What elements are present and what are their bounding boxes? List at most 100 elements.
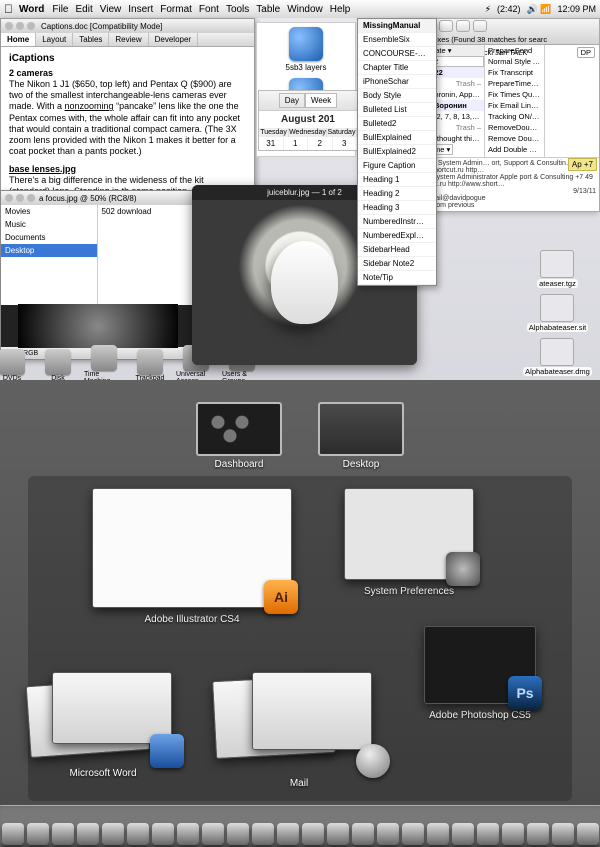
account-initials[interactable]: DP — [577, 47, 595, 58]
style-option[interactable]: Note/Tip — [358, 271, 436, 285]
dock-app-icon[interactable] — [277, 823, 299, 845]
dock-app-icon[interactable] — [552, 823, 574, 845]
dock-app-icon[interactable] — [102, 823, 124, 845]
dock-app-icon[interactable] — [202, 823, 224, 845]
styles-dropdown[interactable]: MissingManualEnsembleSixCONCOURSE-ONECha… — [357, 18, 437, 286]
ribbon-layout[interactable]: Layout — [36, 33, 73, 46]
cal-date[interactable]: 31 — [259, 137, 284, 150]
style-option[interactable]: iPhoneSchar — [358, 75, 436, 89]
space-dashboard[interactable]: Dashboard — [196, 402, 282, 470]
style-option[interactable]: Figure Caption — [358, 159, 436, 173]
menu-insert[interactable]: Insert — [128, 4, 153, 15]
finder-titlebar[interactable]: a focus.jpg @ 50% (RC8/8) — [1, 191, 194, 205]
style-option[interactable]: Sidebar Note2 — [358, 257, 436, 271]
prefpane[interactable]: Disk — [38, 349, 78, 381]
macro-item[interactable]: Add Double Returns — [485, 144, 544, 155]
macro-item[interactable]: RemoveDoubleSpaces — [485, 122, 544, 133]
mail-toolbar-button[interactable] — [439, 20, 453, 32]
style-option[interactable]: Heading 2 — [358, 187, 436, 201]
finder-item[interactable]: 502 download — [98, 205, 194, 218]
style-option[interactable]: NumberedExpl… — [358, 229, 436, 243]
dock-app-icon[interactable] — [577, 823, 599, 845]
apple-menu-icon[interactable]:  — [4, 2, 13, 16]
dock-app-icon[interactable] — [152, 823, 174, 845]
busycal-window[interactable]: Day Week August 201 Tuesday Wednesday Sa… — [258, 90, 358, 151]
style-option[interactable]: Bulleted2 — [358, 117, 436, 131]
prefpane[interactable]: Time Machine — [84, 345, 124, 380]
dock-app-icon[interactable] — [252, 823, 274, 845]
macro-item[interactable]: Fix Times Quotes — [485, 89, 544, 100]
menu-table[interactable]: Table — [256, 4, 280, 15]
cluster-system-preferences[interactable]: System Preferences — [344, 488, 474, 597]
dock-app-icon[interactable] — [427, 823, 449, 845]
finder-column-2[interactable]: 502 download — [98, 205, 195, 305]
macro-item[interactable]: Normal Style AcceptAll — [485, 56, 544, 67]
style-option[interactable]: Heading 3 — [358, 201, 436, 215]
desktop-file[interactable]: Alphabateaser.dmg — [523, 338, 592, 376]
style-option[interactable]: BullExplained — [358, 131, 436, 145]
dock-app-icon[interactable] — [402, 823, 424, 845]
macro-item[interactable]: PrepareTimesSend — [485, 78, 544, 89]
sticky-note[interactable]: Ap +7 — [568, 158, 597, 171]
dock-app-icon[interactable] — [352, 823, 374, 845]
menu-edit[interactable]: Edit — [76, 4, 93, 15]
finder-item[interactable]: Music — [1, 218, 97, 231]
file-tile[interactable]: 5sb3 layers — [261, 27, 351, 72]
style-option[interactable]: NumberedInstr… — [358, 215, 436, 229]
dock-app-icon[interactable] — [527, 823, 549, 845]
space-desktop[interactable]: Desktop — [318, 402, 404, 470]
macro-item[interactable]: Fix Transcript — [485, 67, 544, 78]
prefpane[interactable]: Trackpad — [130, 349, 170, 381]
macro-item[interactable]: Tracking ON/Off — [485, 111, 544, 122]
style-option[interactable]: Chapter Title — [358, 61, 436, 75]
dock-app-icon[interactable] — [227, 823, 249, 845]
cal-date[interactable]: 3 — [333, 137, 358, 150]
style-option[interactable]: MissingManual — [358, 19, 436, 33]
dock-app-icon[interactable] — [177, 823, 199, 845]
ribbon-home[interactable]: Home — [1, 33, 36, 46]
finder-window[interactable]: a focus.jpg @ 50% (RC8/8) Movies Music D… — [0, 190, 195, 360]
cluster-mail[interactable]: Mail — [214, 672, 384, 789]
dock-app-icon[interactable] — [477, 823, 499, 845]
traffic-lights[interactable] — [5, 22, 35, 30]
macro-item[interactable]: Fix Email Linefeeds — [485, 100, 544, 111]
finder-item[interactable]: Movies — [1, 205, 97, 218]
cluster-word[interactable]: Microsoft Word — [28, 672, 178, 779]
style-option[interactable]: Body Style — [358, 89, 436, 103]
cluster-illustrator[interactable]: Ai Adobe Illustrator CS4 — [92, 488, 292, 625]
menu-tools[interactable]: Tools — [226, 4, 249, 15]
finder-column-1[interactable]: Movies Music Documents Desktop — [1, 205, 98, 305]
dock-app-icon[interactable] — [2, 823, 24, 845]
cal-tab-day[interactable]: Day — [279, 93, 305, 108]
cal-tab-week[interactable]: Week — [305, 93, 337, 108]
word-titlebar[interactable]: Captions.doc [Compatibility Mode] — [1, 19, 254, 33]
macro-item[interactable]: PrepareSend — [485, 45, 544, 56]
dock-app-icon[interactable] — [27, 823, 49, 845]
cal-date[interactable]: 1 — [284, 137, 309, 150]
mail-toolbar-button[interactable] — [456, 20, 470, 32]
dock-app-icon[interactable] — [52, 823, 74, 845]
dock-app-icon[interactable] — [302, 823, 324, 845]
mail-macros-list[interactable]: PrepareSendNormal Style AcceptAllFix Tra… — [485, 45, 545, 157]
frontmost-app[interactable]: Word — [19, 4, 44, 15]
mail-toolbar-button[interactable] — [473, 20, 487, 32]
style-option[interactable]: BullExplained2 — [358, 145, 436, 159]
menu-font[interactable]: Font — [199, 4, 219, 15]
cal-date[interactable]: 2 — [308, 137, 333, 150]
desktop-file[interactable]: Alphabateaser.sit — [527, 294, 589, 332]
style-option[interactable]: CONCOURSE-ONE — [358, 47, 436, 61]
prefpane[interactable]: DVDs — [0, 349, 32, 381]
menu-help[interactable]: Help — [330, 4, 351, 15]
style-option[interactable]: Bulleted List — [358, 103, 436, 117]
ribbon-developer[interactable]: Developer — [149, 33, 198, 46]
dock-app-icon[interactable] — [452, 823, 474, 845]
menu-window[interactable]: Window — [287, 4, 323, 15]
menu-file[interactable]: File — [52, 4, 68, 15]
menu-view[interactable]: View — [100, 4, 122, 15]
style-option[interactable]: SidebarHead — [358, 243, 436, 257]
style-option[interactable]: Heading 1 — [358, 173, 436, 187]
finder-item[interactable]: Documents — [1, 231, 97, 244]
ribbon-review[interactable]: Review — [109, 33, 148, 46]
cluster-photoshop[interactable]: Ps Adobe Photoshop CS5 — [424, 626, 536, 721]
dock-app-icon[interactable] — [127, 823, 149, 845]
